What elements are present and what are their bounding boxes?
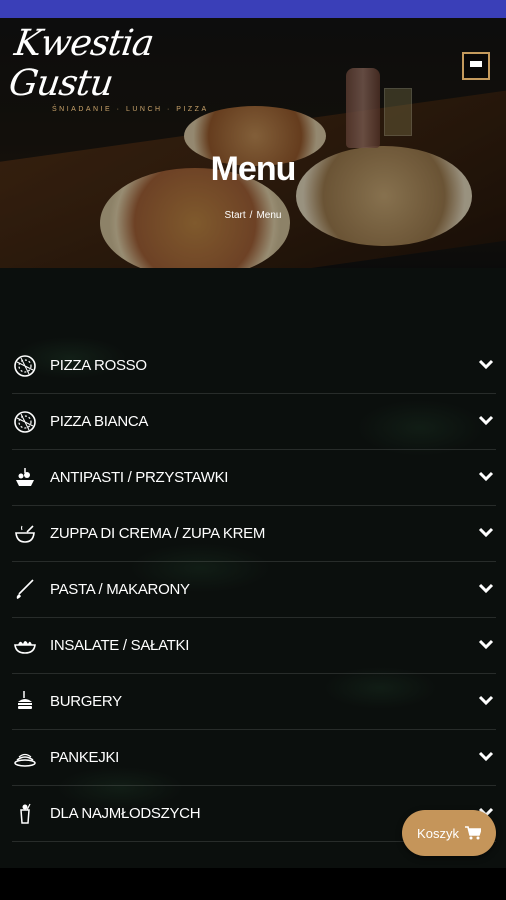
hamburger-icon bbox=[470, 61, 482, 71]
chevron-down-icon bbox=[478, 471, 494, 482]
category-burgery[interactable]: BURGERY bbox=[12, 674, 496, 730]
pizza-icon bbox=[12, 353, 38, 379]
breadcrumb-separator: / bbox=[249, 210, 253, 221]
category-pizza-rosso[interactable]: PIZZA ROSSO bbox=[12, 338, 496, 394]
brand-name: Kwestia Gustu bbox=[6, 23, 156, 104]
cart-button[interactable]: Koszyk bbox=[402, 810, 496, 856]
category-list: PIZZA ROSSO PIZZA BIANCA ANTIPASTI / PRZ… bbox=[12, 338, 496, 842]
chevron-down-icon bbox=[478, 639, 494, 650]
category-label: PIZZA BIANCA bbox=[50, 413, 149, 430]
salad-icon bbox=[12, 633, 38, 659]
pasta-icon bbox=[12, 577, 38, 603]
chevron-down-icon bbox=[478, 751, 494, 762]
menu-categories-section: PIZZA ROSSO PIZZA BIANCA ANTIPASTI / PRZ… bbox=[0, 268, 506, 868]
pizza-icon bbox=[12, 409, 38, 435]
soup-icon bbox=[12, 521, 38, 547]
category-zuppa[interactable]: ZUPPA DI CREMA / ZUPA KREM bbox=[12, 506, 496, 562]
chevron-down-icon bbox=[478, 695, 494, 706]
category-label: INSALATE / SAŁATKI bbox=[50, 637, 190, 654]
cart-icon bbox=[464, 826, 481, 840]
category-label: BURGERY bbox=[50, 693, 122, 710]
breadcrumb: Start / Menu bbox=[0, 210, 506, 221]
chevron-down-icon bbox=[478, 359, 494, 370]
navigation-bar bbox=[0, 868, 506, 900]
burger-icon bbox=[12, 689, 38, 715]
category-pankejki[interactable]: PANKEJKI bbox=[12, 730, 496, 786]
category-insalate[interactable]: INSALATE / SAŁATKI bbox=[12, 618, 496, 674]
kids-drink-icon bbox=[12, 801, 38, 827]
breadcrumb-current: Menu bbox=[256, 210, 282, 221]
breadcrumb-home[interactable]: Start bbox=[225, 210, 246, 221]
page-title: Menu bbox=[210, 150, 297, 188]
chevron-down-icon bbox=[478, 527, 494, 538]
cart-label: Koszyk bbox=[417, 825, 459, 841]
pancake-icon bbox=[12, 745, 38, 771]
category-label: PANKEJKI bbox=[50, 749, 120, 766]
category-label: DLA NAJMŁODSZYCH bbox=[50, 805, 201, 822]
chevron-down-icon bbox=[478, 583, 494, 594]
category-pasta[interactable]: PASTA / MAKARONY bbox=[12, 562, 496, 618]
brand-tagline: ŚNIADANIE · LUNCH · PIZZA bbox=[52, 106, 209, 113]
status-bar bbox=[0, 0, 506, 18]
category-antipasti[interactable]: ANTIPASTI / PRZYSTAWKI bbox=[12, 450, 496, 506]
category-label: PASTA / MAKARONY bbox=[50, 581, 190, 598]
category-label: ZUPPA DI CREMA / ZUPA KREM bbox=[50, 525, 266, 542]
category-label: ANTIPASTI / PRZYSTAWKI bbox=[50, 469, 229, 486]
category-label: PIZZA ROSSO bbox=[50, 357, 147, 374]
brand-logo[interactable]: Kwestia Gustu ŚNIADANIE · LUNCH · PIZZA bbox=[6, 23, 222, 113]
menu-toggle-button[interactable] bbox=[462, 52, 490, 80]
category-pizza-bianca[interactable]: PIZZA BIANCA bbox=[12, 394, 496, 450]
appetizer-icon bbox=[12, 465, 38, 491]
chevron-down-icon bbox=[478, 415, 494, 426]
